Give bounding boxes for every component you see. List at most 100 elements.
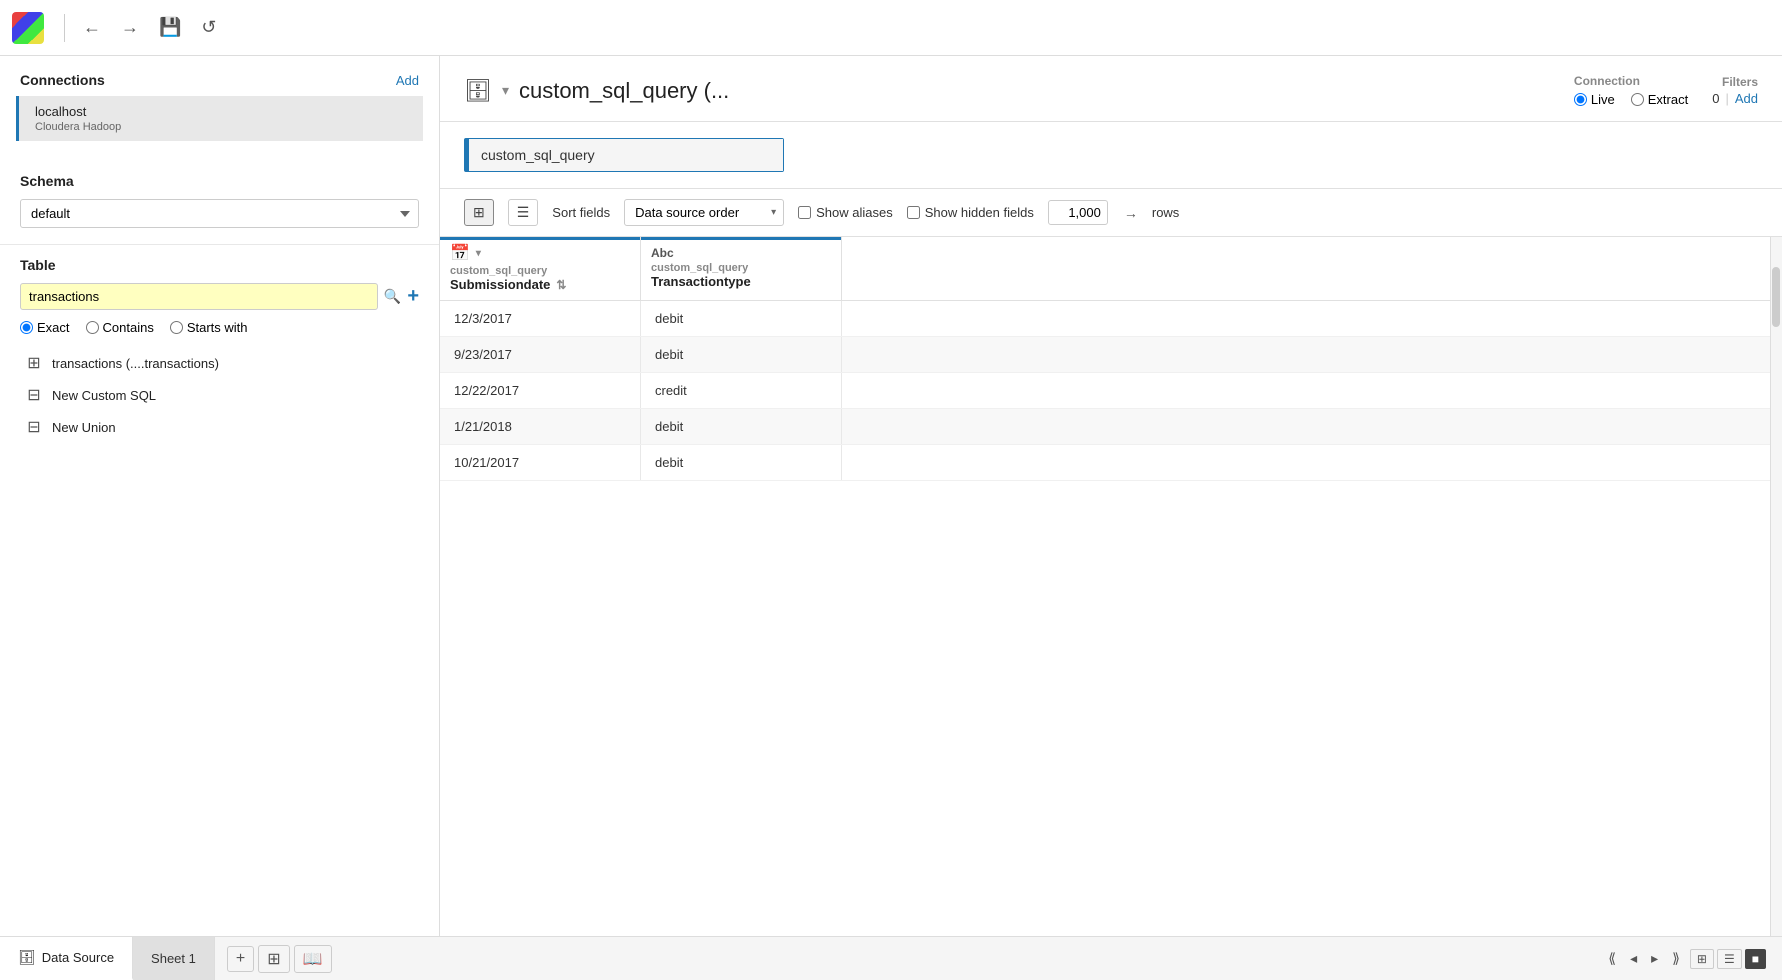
- custom-sql-label: New Custom SQL: [52, 388, 156, 403]
- table-body: 12/3/2017 debit 9/23/2017 debit 12/22/20…: [440, 301, 1782, 481]
- col-name-transactiontype: Transactiontype: [651, 274, 751, 289]
- list-view-button[interactable]: ☰: [508, 199, 539, 226]
- nav-last-button[interactable]: ⟫: [1668, 947, 1684, 970]
- show-aliases-checkbox[interactable]: [798, 206, 811, 219]
- scrollbar-thumb[interactable]: [1772, 267, 1780, 327]
- table-add-button[interactable]: +: [407, 285, 419, 308]
- extract-radio[interactable]: [1631, 93, 1644, 106]
- connections-section-header: Connections Add: [0, 56, 439, 96]
- top-toolbar: ← → 💾 ↺: [0, 0, 1782, 56]
- cell-empty-1: [842, 301, 1782, 337]
- scrollbar-track[interactable]: [1770, 237, 1782, 936]
- show-aliases-checkbox-label[interactable]: Show aliases: [798, 205, 893, 220]
- filter-contains-text: Contains: [103, 320, 154, 335]
- column-header-transactiontype[interactable]: Abc custom_sql_query Transactiontype: [641, 237, 842, 301]
- bottom-grid-view-btn[interactable]: ⊞: [1690, 949, 1714, 969]
- text-type-icon: Abc: [651, 246, 674, 260]
- col-name-row-transactiontype: Transactiontype: [651, 274, 831, 289]
- live-radio[interactable]: [1574, 93, 1587, 106]
- datasource-tab-icon: 🗄: [18, 949, 36, 966]
- live-text: Live: [1591, 92, 1615, 107]
- show-hidden-checkbox-label[interactable]: Show hidden fields: [907, 205, 1034, 220]
- tab-sheet1[interactable]: Sheet 1: [133, 937, 215, 980]
- filter-exact-text: Exact: [37, 320, 70, 335]
- refresh-button[interactable]: ↺: [195, 13, 222, 42]
- table-item-transactions[interactable]: ⊞ transactions (....transactions): [20, 347, 419, 379]
- bottom-solid-view-btn[interactable]: ■: [1745, 949, 1766, 969]
- connection-controls: Connection Live Extract Filters: [1574, 74, 1758, 107]
- table-item-custom-sql[interactable]: ⊟ New Custom SQL: [20, 379, 419, 411]
- nav-first-button[interactable]: ⟪: [1604, 947, 1620, 970]
- extract-label[interactable]: Extract: [1631, 92, 1688, 107]
- cell-type-3: credit: [641, 373, 842, 409]
- nav-next-button[interactable]: ▸: [1647, 947, 1662, 970]
- sort-select[interactable]: Data source order Alphabetical: [624, 199, 784, 226]
- add-story-button[interactable]: 📖: [294, 945, 332, 973]
- filter-exact-label[interactable]: Exact: [20, 320, 70, 335]
- cell-empty-4: [842, 409, 1782, 445]
- col-header-top-submissiondate: 📅 ▾: [450, 243, 630, 263]
- ds-dropdown-icon[interactable]: ▾: [502, 82, 509, 99]
- data-table: 📅 ▾ custom_sql_query Submissiondate ⇅: [440, 237, 1782, 481]
- add-dashboard-button[interactable]: ⊞: [258, 945, 289, 973]
- add-sheet-button[interactable]: +: [227, 946, 254, 972]
- sidebar: Connections Add localhost Cloudera Hadoo…: [0, 56, 440, 936]
- connection-name: localhost: [35, 104, 411, 119]
- ds-header: 🗄 ▾ custom_sql_query (... Connection Liv…: [440, 56, 1782, 122]
- cell-type-4: debit: [641, 409, 842, 445]
- filter-radios: Exact Contains Starts with: [20, 320, 419, 335]
- schema-section: Schema default: [0, 157, 439, 245]
- filter-exact-radio[interactable]: [20, 321, 33, 334]
- live-label[interactable]: Live: [1574, 92, 1615, 107]
- app-logo: [12, 12, 44, 44]
- data-toolbar: ⊞ ☰ Sort fields Data source order Alphab…: [440, 189, 1782, 237]
- table-row: 1/21/2018 debit: [440, 409, 1782, 445]
- connection-item-localhost[interactable]: localhost Cloudera Hadoop: [16, 96, 423, 141]
- bottom-list-view-btn[interactable]: ☰: [1717, 949, 1742, 969]
- filters-add-link[interactable]: Add: [1735, 91, 1758, 106]
- query-text: custom_sql_query: [469, 139, 783, 171]
- col-source-transactiontype: custom_sql_query: [651, 262, 831, 274]
- tab-datasource[interactable]: 🗄 Data Source: [0, 937, 133, 980]
- schema-select[interactable]: default: [20, 199, 419, 228]
- cell-date-5: 10/21/2017: [440, 445, 641, 481]
- table-search-input[interactable]: [20, 283, 378, 310]
- data-table-container: 📅 ▾ custom_sql_query Submissiondate ⇅: [440, 237, 1782, 936]
- table-row: 10/21/2017 debit: [440, 445, 1782, 481]
- table-section-title: Table: [20, 257, 419, 273]
- grid-view-button[interactable]: ⊞: [464, 199, 494, 226]
- table-item-union[interactable]: ⊟ New Union: [20, 411, 419, 443]
- save-button[interactable]: 💾: [153, 13, 187, 42]
- show-hidden-checkbox[interactable]: [907, 206, 920, 219]
- bottom-tab-actions: + ⊞ 📖: [215, 937, 344, 980]
- show-hidden-text: Show hidden fields: [925, 205, 1034, 220]
- col-sort-icon-submissiondate[interactable]: ⇅: [556, 278, 566, 292]
- toolbar-separator: [64, 14, 65, 42]
- back-button[interactable]: ←: [77, 13, 107, 42]
- col-name-submissiondate: Submissiondate: [450, 277, 550, 292]
- forward-button[interactable]: →: [115, 13, 145, 42]
- connection-label: Connection: [1574, 74, 1688, 88]
- empty-column-header: [842, 237, 1782, 301]
- main-layout: Connections Add localhost Cloudera Hadoo…: [0, 56, 1782, 936]
- col-header-submissiondate: 📅 ▾ custom_sql_query Submissiondate ⇅: [440, 237, 640, 300]
- col-source-submissiondate: custom_sql_query: [450, 265, 630, 277]
- rows-input[interactable]: [1048, 200, 1108, 225]
- filter-contains-label[interactable]: Contains: [86, 320, 154, 335]
- table-header-row: 📅 ▾ custom_sql_query Submissiondate ⇅: [440, 237, 1782, 301]
- filter-contains-radio[interactable]: [86, 321, 99, 334]
- add-connection-link[interactable]: Add: [396, 73, 419, 88]
- cell-date-4: 1/21/2018: [440, 409, 641, 445]
- filter-startswith-label[interactable]: Starts with: [170, 320, 248, 335]
- column-header-submissiondate[interactable]: 📅 ▾ custom_sql_query Submissiondate ⇅: [440, 237, 641, 301]
- query-area: custom_sql_query: [440, 122, 1782, 189]
- rows-arrow-icon: →: [1124, 205, 1138, 221]
- show-aliases-text: Show aliases: [816, 205, 893, 220]
- filter-startswith-radio[interactable]: [170, 321, 183, 334]
- nav-prev-button[interactable]: ◂: [1626, 947, 1641, 970]
- cell-type-5: debit: [641, 445, 842, 481]
- bottom-right: ⟪ ◂ ▸ ⟫ ⊞ ☰ ■: [1588, 937, 1782, 980]
- datasource-tab-label: Data Source: [42, 950, 114, 965]
- query-box: custom_sql_query: [464, 138, 784, 172]
- col-dropdown-icon[interactable]: ▾: [476, 248, 481, 259]
